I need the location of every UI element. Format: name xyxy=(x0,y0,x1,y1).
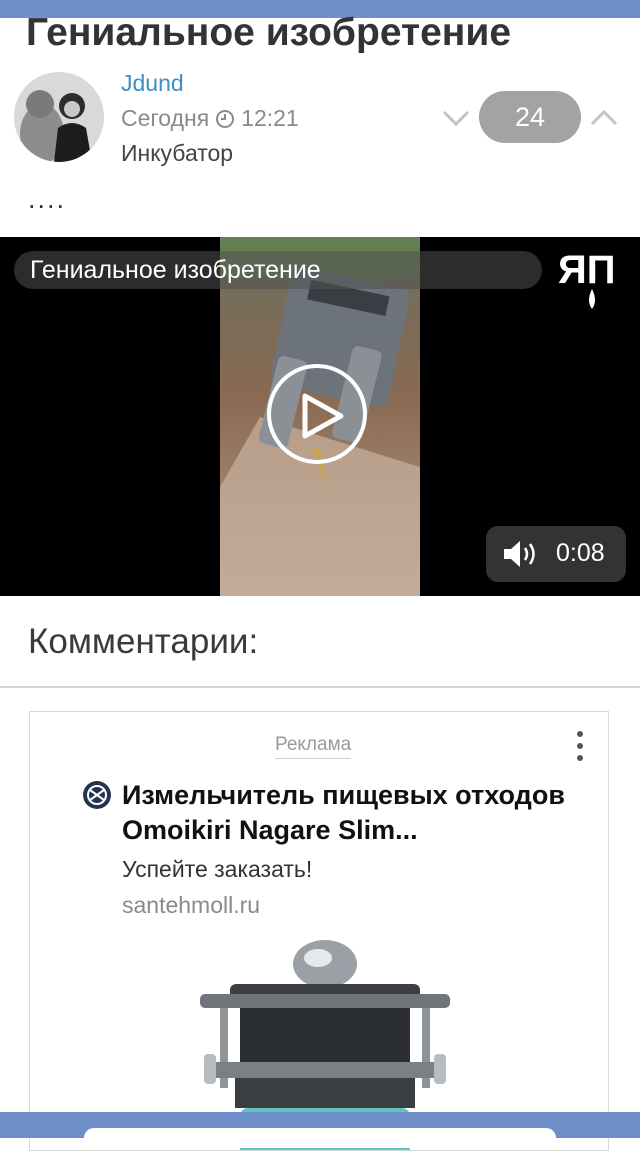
bottom-input[interactable] xyxy=(84,1128,556,1148)
post-date: Сегодня 12:21 xyxy=(121,105,299,132)
comments-heading: Комментарии: xyxy=(28,622,259,661)
rating-counter: 24 xyxy=(479,91,581,143)
author-link[interactable]: Jdund xyxy=(121,70,184,97)
more-vertical-icon[interactable] xyxy=(570,728,590,764)
post-text: .... xyxy=(28,184,67,214)
ad-domain[interactable]: santehmoll.ru xyxy=(122,892,260,919)
ad-subtitle: Успейте заказать! xyxy=(122,856,313,882)
chevron-down-icon[interactable] xyxy=(440,104,472,132)
play-icon xyxy=(302,393,344,439)
avatar[interactable] xyxy=(14,72,104,162)
divider xyxy=(0,686,640,688)
chevron-up-icon[interactable] xyxy=(588,104,620,132)
video-controls: 0:08 xyxy=(486,526,626,582)
post-date-label: Сегодня xyxy=(121,105,210,131)
video-player[interactable]: Гениальное изобретение ЯП 0:08 xyxy=(0,237,640,596)
play-button[interactable] xyxy=(267,364,367,464)
post-time: 12:21 xyxy=(241,105,299,131)
ad-card[interactable]: Реклама Измельчитель пищевых отходов Omo… xyxy=(29,711,609,1151)
yap-logo: ЯП xyxy=(558,248,616,309)
video-duration: 0:08 xyxy=(556,539,605,567)
community-link[interactable]: Инкубатор xyxy=(121,140,233,167)
ad-brand-logo xyxy=(83,781,111,809)
video-title: Гениальное изобретение xyxy=(30,256,321,284)
video-title-bar: Гениальное изобретение xyxy=(14,251,542,289)
ad-label: Реклама xyxy=(275,734,352,759)
speaker-icon[interactable] xyxy=(502,539,538,569)
post-title[interactable]: Гениальное изобретение xyxy=(26,10,511,56)
ad-headline[interactable]: Измельчитель пищевых отходов Omoikiri Na… xyxy=(122,778,582,848)
yap-logo-text: ЯП xyxy=(558,248,616,292)
clock-icon xyxy=(216,109,235,128)
